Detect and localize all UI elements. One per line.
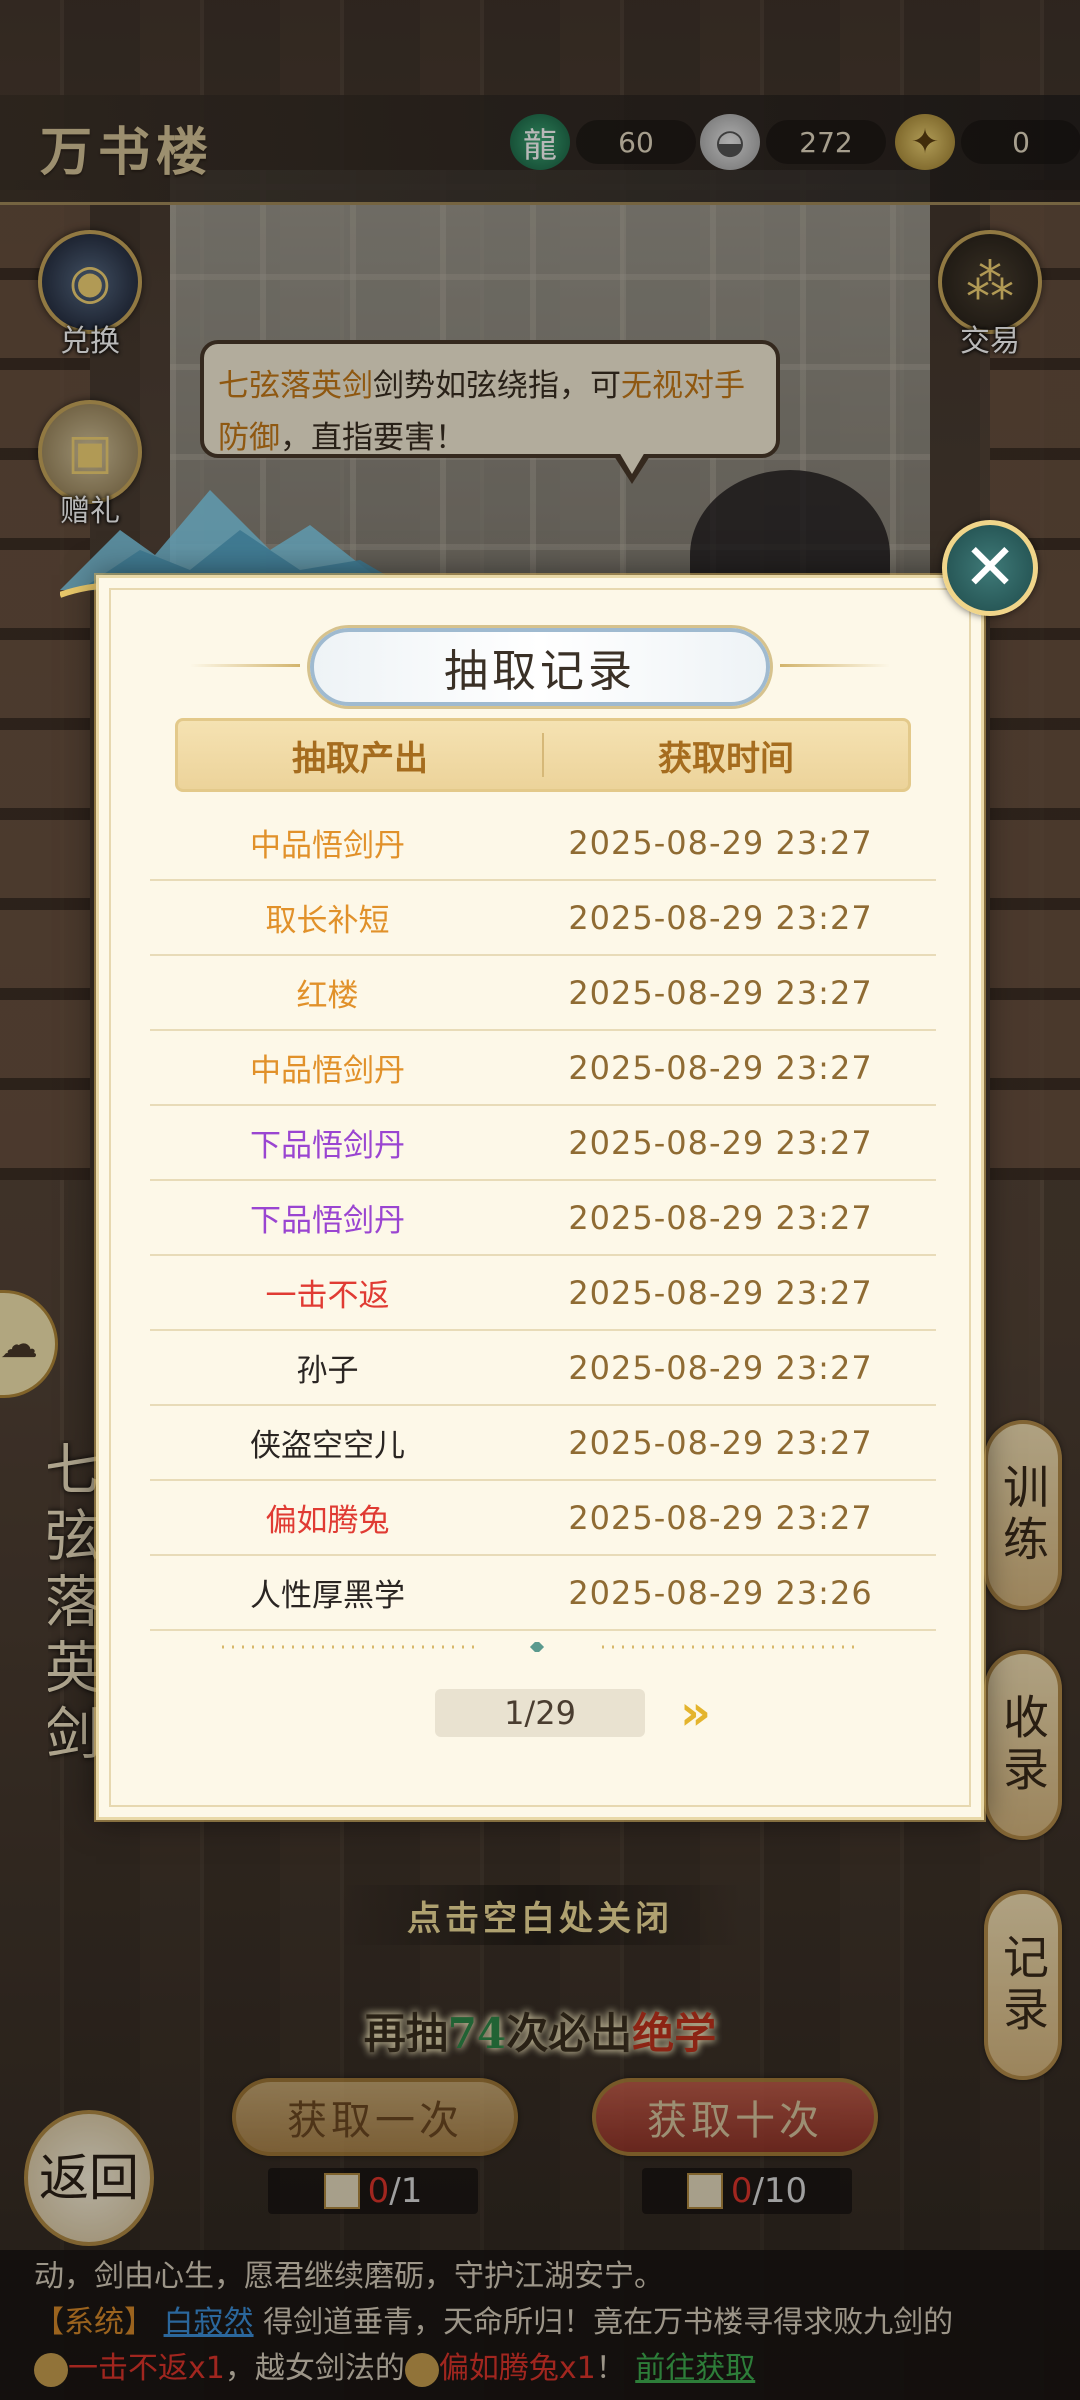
record-time: 2025-08-29 23:27	[568, 973, 873, 1012]
record-item-name: 一击不返	[265, 1278, 390, 1314]
header-ornament-left	[190, 664, 300, 667]
record-time: 2025-08-29 23:27	[568, 1348, 873, 1387]
table-row: 一击不返 2025-08-29 23:27	[150, 1256, 936, 1331]
record-time: 2025-08-29 23:27	[568, 823, 873, 862]
header-ornament-right	[780, 664, 890, 667]
record-list[interactable]: 中品悟剑丹 2025-08-29 23:27 取长补短 2025-08-29 23:2…	[150, 806, 936, 1631]
list-divider	[222, 1642, 862, 1652]
close-icon[interactable]: ✕	[942, 520, 1038, 616]
record-time: 2025-08-29 23:27	[568, 1423, 873, 1462]
table-row: 侠盗空空儿 2025-08-29 23:27	[150, 1406, 936, 1481]
record-time: 2025-08-29 23:27	[568, 898, 873, 937]
record-item-name: 偏如腾兔	[265, 1503, 390, 1539]
record-item-name: 中品悟剑丹	[250, 1053, 405, 1089]
table-header: 抽取产出 获取时间	[175, 718, 911, 792]
table-row: 孙子 2025-08-29 23:27	[150, 1331, 936, 1406]
table-row: 中品悟剑丹 2025-08-29 23:27	[150, 806, 936, 881]
record-item-name: 红楼	[296, 978, 359, 1014]
modal-title: 抽取记录	[310, 628, 770, 706]
record-item-name: 下品悟剑丹	[250, 1203, 405, 1239]
next-page-icon[interactable]: »	[680, 1688, 740, 1738]
table-row: 红楼 2025-08-29 23:27	[150, 956, 936, 1031]
record-time: 2025-08-29 23:27	[568, 1498, 873, 1537]
record-item-name: 孙子	[296, 1353, 359, 1389]
record-item-name: 人性厚黑学	[250, 1578, 405, 1614]
record-time: 2025-08-29 23:27	[568, 1273, 873, 1312]
table-row: 中品悟剑丹 2025-08-29 23:27	[150, 1031, 936, 1106]
table-row: 下品悟剑丹 2025-08-29 23:27	[150, 1106, 936, 1181]
record-time: 2025-08-29 23:26	[568, 1573, 873, 1612]
record-time: 2025-08-29 23:27	[568, 1198, 873, 1237]
table-row: 人性厚黑学 2025-08-29 23:26	[150, 1556, 936, 1631]
column-header-time: 获取时间	[658, 738, 794, 779]
record-item-name: 中品悟剑丹	[250, 828, 405, 864]
table-row: 取长补短 2025-08-29 23:27	[150, 881, 936, 956]
table-row: 下品悟剑丹 2025-08-29 23:27	[150, 1181, 936, 1256]
record-time: 2025-08-29 23:27	[568, 1048, 873, 1087]
record-item-name: 下品悟剑丹	[250, 1128, 405, 1164]
column-header-output: 抽取产出	[292, 738, 428, 779]
record-item-name: 侠盗空空儿	[250, 1428, 405, 1464]
record-item-name: 取长补短	[265, 903, 390, 939]
table-row: 偏如腾兔 2025-08-29 23:27	[150, 1481, 936, 1556]
page-indicator: 1/29	[435, 1689, 645, 1737]
record-time: 2025-08-29 23:27	[568, 1123, 873, 1162]
